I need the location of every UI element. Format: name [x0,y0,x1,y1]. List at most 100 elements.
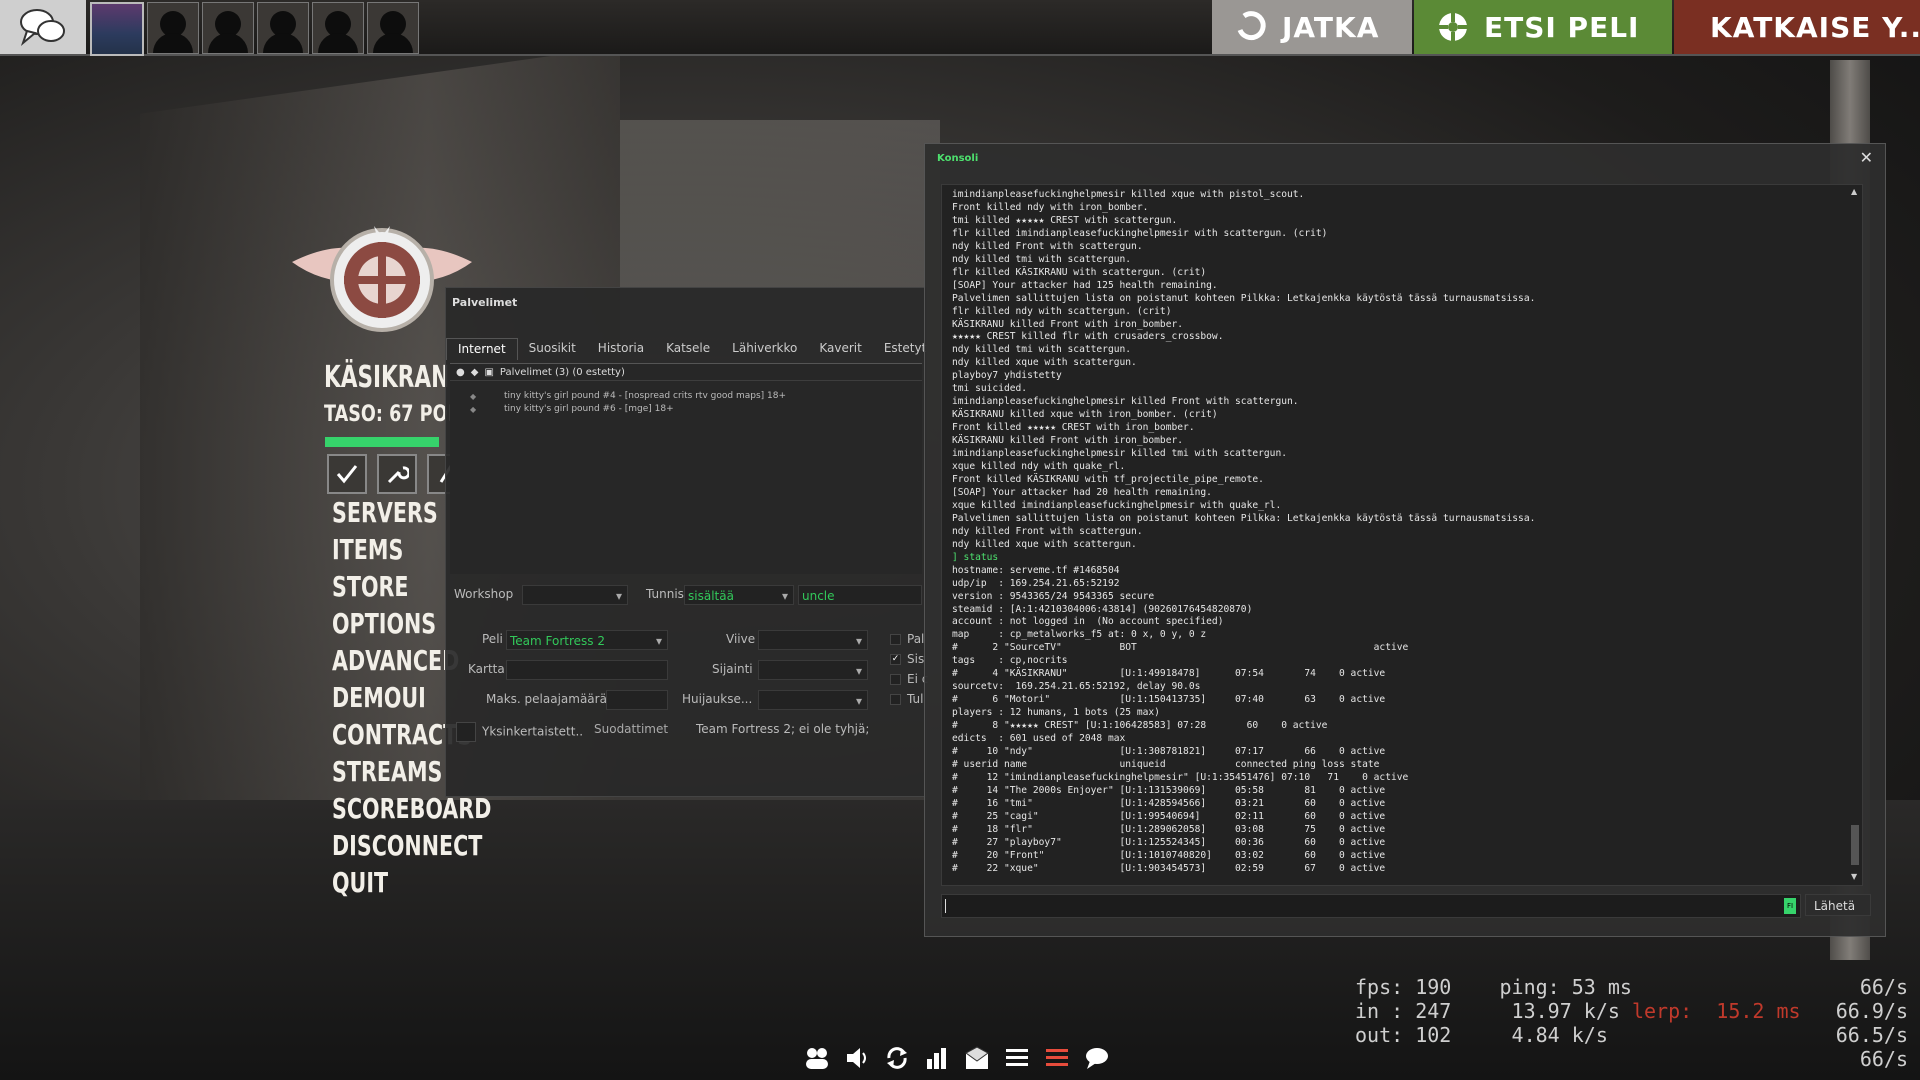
tags-input[interactable]: uncle [798,585,922,605]
rate-readout: 66/s [1859,975,1908,999]
refresh-icon[interactable] [884,1045,910,1071]
server-list-header[interactable]: ● ◆ ▣ Palvelimet (3) (0 estetty) [450,364,922,381]
inbox-icon[interactable] [964,1045,990,1071]
close-icon[interactable]: ✕ [1860,148,1873,167]
news-icon[interactable] [1044,1045,1070,1071]
console-line: players : 12 humans, 1 bots (25 max) [952,707,1160,719]
resume-label: JATKA [1282,10,1380,44]
shield-icon: ◆ [470,366,479,378]
party-slot-empty[interactable] [367,2,419,54]
lerp-label: lerp: [1631,999,1693,1023]
console-line: flr killed KÄSIKRANU with scattergun. (c… [952,266,1207,278]
top-bar: JATKA ETSI PELI KATKAISE Y... [0,0,1920,56]
wrench-icon [387,466,409,484]
workshop-dropdown[interactable] [522,585,628,605]
volume-icon[interactable] [844,1045,870,1071]
max-players-input[interactable] [606,690,668,710]
simplified-checkbox[interactable]: Yksinkertaistett.. [456,722,583,742]
map-input[interactable] [506,660,668,680]
anticheat-dropdown[interactable] [758,690,868,710]
console-line: edicts : 601 used of 2048 max [952,733,1126,745]
anticheat-label: Huijauksе... [682,692,753,706]
scroll-down-icon[interactable]: ▼ [1851,872,1857,881]
party-slot-empty[interactable] [257,2,309,54]
out-readout: out: 102 [1355,1023,1452,1047]
console-line: ndy killed Front with scattergun. [952,525,1143,537]
chat-bubbles-icon[interactable] [1084,1045,1110,1071]
console-line: hostname: serveme.tf #1468504 [952,564,1120,576]
console-line: ndy killed xque with scattergun. [952,538,1137,550]
in-rate-readout: 13.97 k/s [1511,999,1620,1023]
tags-mode-dropdown[interactable]: sisältää [684,585,794,605]
server-row[interactable]: tiny kitty's girl pound #6 - [mge] 18+ [450,403,922,416]
xp-bar [325,437,439,447]
fps-readout: fps: 190 [1355,975,1452,999]
server-list: ● ◆ ▣ Palvelimet (3) (0 estetty) tiny ki… [450,363,922,574]
server-browser-tabs: Internet Suosikit Historia Katsele Lähiverkk… [446,338,926,360]
console-line: map : cp_metalworks_f5 at: 0 x, 0 y, 0 z [952,629,1207,641]
location-dropdown[interactable] [758,660,868,680]
out-rate-readout: 4.84 k/s [1511,1023,1608,1047]
tab-5[interactable]: Kaverit [808,338,872,360]
server-browser-title: Palvelimet [452,296,518,309]
console-line: # 12 "imindianpleasefuckinghelpmesir" [U… [952,771,1409,783]
chat-icon [20,9,65,47]
filters-link[interactable]: Suodattimet [594,722,668,736]
menu-icon[interactable] [1004,1045,1030,1071]
scroll-up-icon[interactable]: ▲ [1851,187,1857,196]
game-dropdown[interactable]: Team Fortress 2 [506,630,668,650]
rate-readout: 66.9/s [1835,999,1908,1023]
training-button[interactable] [377,454,417,494]
has-players-checkbox[interactable]: ✓ Sis [890,652,924,666]
server-rows: tiny kitty's girl pound #4 - [nospread c… [450,390,922,416]
tab-0[interactable]: Internet [446,338,518,360]
server-browser-window: Palvelimet Internet Suosikit Historia Katse… [445,287,928,797]
friends-icon[interactable] [804,1045,830,1071]
console-line: KÄSIKRANU killed Front with iron_bomber. [952,435,1184,447]
resume-icon [1237,11,1266,41]
console-input[interactable]: FI [941,894,1801,918]
console-line: ndy killed xque with scattergun. [952,357,1137,369]
stats-icon[interactable] [924,1045,950,1071]
console-line: # 14 "The 2000s Enjoyer" [U:1:131539069]… [952,784,1386,796]
find-game-button[interactable]: ETSI PELI [1414,0,1672,54]
console-line: [SOAP] Your attacker had 125 health rema… [952,279,1218,291]
console-line: udp/ip : 169.254.21.65:52192 [952,577,1120,589]
console-line: Front killed ★★★★★ CREST with iron_bombe… [952,422,1195,434]
game-label: Peli [482,632,503,646]
replay-checkbox[interactable]: Tul [890,692,923,706]
bottom-toolbar [804,1045,1110,1071]
lerp-readout: 15.2 ms [1716,999,1801,1023]
menu-item-disconnect[interactable]: DISCONNECT [332,827,491,864]
party-slot-empty[interactable] [202,2,254,54]
disconnect-top-button[interactable]: KATKAISE Y... [1674,0,1920,54]
menu-item-quit[interactable]: QUIT [332,864,491,901]
tab-1[interactable]: Suosikit [518,338,587,360]
console-line: tags : cp,nocrits [952,655,1068,667]
chat-button[interactable] [0,0,86,54]
tab-4[interactable]: Lähiverkko [721,338,808,360]
console-line: ] status [952,551,999,563]
party-slot-empty[interactable] [147,2,199,54]
party-slot-empty[interactable] [312,2,364,54]
tab-3[interactable]: Katsele [655,338,721,360]
checkmark-icon [336,465,358,484]
console-scrollbar[interactable]: ▲ ▼ [1850,187,1860,881]
tab-2[interactable]: Historia [587,338,655,360]
console-line: ndy killed tmi with scattergun. [952,344,1132,356]
achievements-button[interactable] [327,454,367,494]
resume-button[interactable]: JATKA [1212,0,1412,54]
party-slot-self[interactable] [90,2,144,56]
console-line: flr killed imindianpleasefuckinghelpmesi… [952,227,1328,239]
rate-readout: 66/s [1859,1047,1908,1071]
not-full-checkbox[interactable]: Ei c [890,672,928,686]
scroll-thumb[interactable] [1851,825,1859,865]
latency-dropdown[interactable] [758,630,868,650]
location-label: Sijainti [712,662,753,676]
password-checkbox[interactable]: Pal [890,632,924,646]
server-row[interactable]: tiny kitty's girl pound #4 - [nospread c… [450,390,922,403]
send-button[interactable]: Lähetä [1805,894,1871,916]
console-line: # 22 "xque" [U:1:903454573] 02:59 67 0 a… [952,862,1386,874]
ping-readout: ping: 53 ms [1499,975,1632,999]
console-line: ndy killed Front with scattergun. [952,240,1143,252]
